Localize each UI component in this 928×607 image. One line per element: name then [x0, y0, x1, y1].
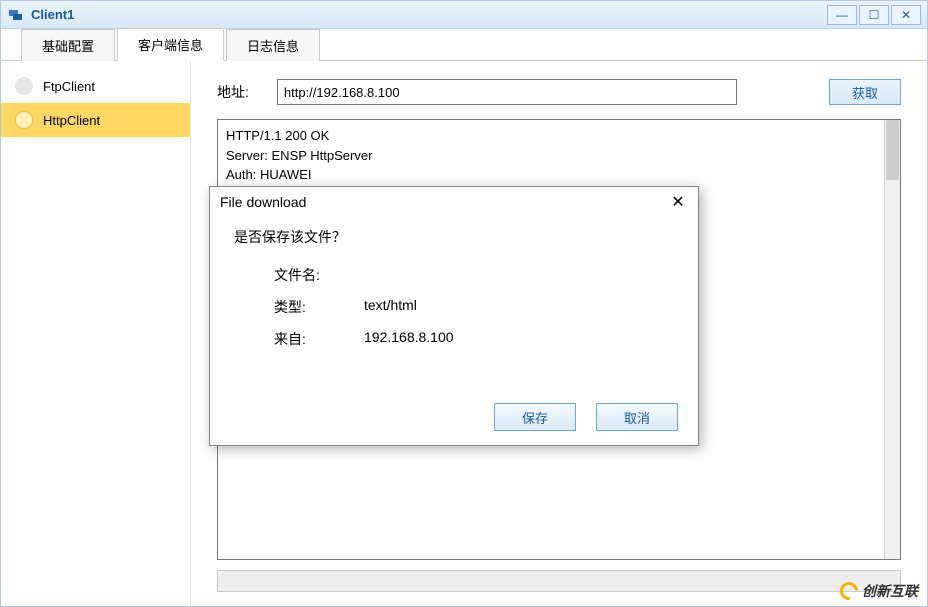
titlebar: Client1 — ☐ ✕	[1, 1, 927, 29]
sidebar-item-label: HttpClient	[43, 113, 100, 128]
close-button[interactable]: ✕	[891, 5, 921, 25]
cancel-button[interactable]: 取消	[596, 403, 678, 431]
sidebar-item-httpclient[interactable]: HttpClient	[1, 103, 190, 137]
tab-basic-config[interactable]: 基础配置	[21, 29, 115, 61]
response-line: HTTP/1.1 200 OK	[226, 128, 329, 143]
address-label: 地址:	[217, 82, 249, 102]
sidebar: FtpClient HttpClient	[1, 61, 191, 606]
sidebar-item-ftpclient[interactable]: FtpClient	[1, 69, 190, 103]
watermark-text: 创新互联	[862, 581, 918, 601]
dialog-question: 是否保存该文件？	[234, 227, 674, 247]
maximize-button[interactable]: ☐	[859, 5, 889, 25]
status-dot-icon	[15, 77, 33, 95]
save-button[interactable]: 保存	[494, 403, 576, 431]
filename-label: 文件名:	[274, 265, 364, 285]
tab-client-info[interactable]: 客户端信息	[117, 28, 224, 61]
watermark-logo-icon	[836, 578, 861, 603]
dialog-title-text: File download	[220, 194, 306, 210]
dialog-button-row: 保存 取消	[210, 395, 698, 445]
dialog-body: 是否保存该文件？ 文件名: 类型: text/html 来自: 192.168.…	[210, 217, 698, 395]
file-download-dialog: File download ✕ 是否保存该文件？ 文件名: 类型: text/h…	[209, 186, 699, 446]
from-value: 192.168.8.100	[364, 329, 454, 349]
status-bar	[217, 570, 901, 592]
sidebar-item-label: FtpClient	[43, 79, 95, 94]
type-label: 类型:	[274, 297, 364, 317]
dialog-titlebar: File download ✕	[210, 187, 698, 217]
response-line: Auth: HUAWEI	[226, 167, 311, 182]
get-button[interactable]: 获取	[829, 79, 901, 105]
type-value: text/html	[364, 297, 417, 317]
response-line: Server: ENSP HttpServer	[226, 148, 372, 163]
watermark: 创新互联	[840, 581, 918, 601]
scrollbar[interactable]	[884, 120, 900, 559]
minimize-button[interactable]: —	[827, 5, 857, 25]
scrollbar-thumb[interactable]	[886, 120, 899, 180]
address-input[interactable]	[277, 79, 737, 105]
address-row: 地址: 获取	[217, 79, 901, 105]
dialog-close-button[interactable]: ✕	[668, 192, 688, 212]
from-label: 来自:	[274, 329, 364, 349]
status-dot-icon	[15, 111, 33, 129]
tab-log-info[interactable]: 日志信息	[226, 29, 320, 61]
app-icon	[7, 6, 25, 24]
window-title: Client1	[31, 7, 74, 22]
tab-bar: 基础配置 客户端信息 日志信息	[1, 29, 927, 61]
